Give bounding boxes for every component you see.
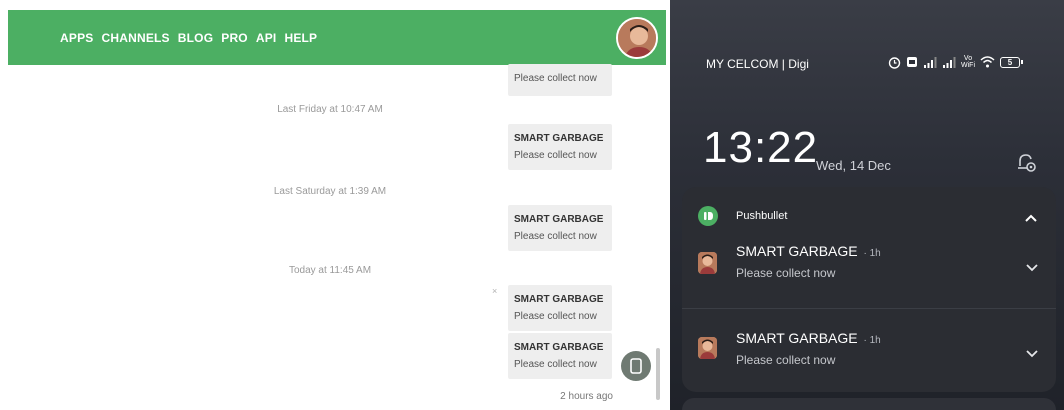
notification-title-text: SMART GARBAGE: [736, 243, 858, 259]
pushbullet-web-panel: APPS CHANNELS BLOG PRO API HELP Please c…: [0, 0, 666, 410]
battery-level: 5: [1007, 57, 1013, 67]
signal-icon: [924, 56, 937, 68]
notification-title-text: SMART GARBAGE: [736, 330, 858, 346]
nav-api[interactable]: API: [256, 31, 277, 45]
message-body: Please collect now: [514, 359, 597, 370]
clock: 13:22: [703, 123, 819, 172]
message-body: Please collect now: [514, 311, 597, 322]
signal-icon: [943, 56, 956, 68]
user-avatar[interactable]: [616, 17, 658, 59]
divider: [682, 308, 1056, 309]
nav-help[interactable]: HELP: [284, 31, 317, 45]
battery-icon: 5: [1000, 56, 1023, 68]
notification-time: · 1h: [863, 335, 881, 346]
sender-avatar: [698, 252, 717, 274]
alarm-icon: [888, 56, 901, 69]
app-name: Pushbullet: [736, 210, 788, 222]
next-card-edge: [682, 398, 1056, 410]
nav-blog[interactable]: BLOG: [178, 31, 213, 45]
pushbullet-app-icon: [698, 206, 718, 226]
battery-tip: [1021, 59, 1023, 64]
user-photo-icon: [618, 19, 656, 57]
top-navigation-bar: APPS CHANNELS BLOG PRO API HELP: [8, 10, 666, 65]
message-timestamp: Today at 11:45 AM: [288, 265, 372, 276]
message-title: SMART GARBAGE: [514, 214, 604, 225]
wifi-icon: [980, 56, 995, 68]
nav-channels[interactable]: CHANNELS: [101, 31, 169, 45]
notification-time: · 1h: [863, 248, 881, 259]
date: Wed, 14 Dec: [816, 158, 891, 173]
message-body: Please collect now: [514, 73, 597, 84]
phone-icon: [630, 358, 642, 374]
nfc-icon: [907, 57, 917, 67]
chevron-down-icon[interactable]: [1026, 259, 1038, 277]
notification-title: SMART GARBAGE · 1h: [736, 330, 881, 346]
scrollbar[interactable]: [656, 348, 660, 400]
message-timestamp: Last Saturday at 1:39 AM: [273, 186, 387, 197]
nav-apps[interactable]: APPS: [60, 31, 93, 45]
chevron-up-icon[interactable]: [1024, 210, 1038, 228]
message-title: SMART GARBAGE: [514, 342, 604, 353]
main-nav: APPS CHANNELS BLOG PRO API HELP: [60, 31, 317, 45]
message-bubble: Please collect now: [508, 64, 612, 96]
last-sent-time: 2 hours ago: [560, 391, 613, 402]
message-timestamp: Last Friday at 10:47 AM: [277, 104, 383, 115]
vowifi-icon: Vo WiFi: [961, 55, 975, 69]
nav-pro[interactable]: PRO: [221, 31, 248, 45]
dismiss-icon[interactable]: ×: [492, 286, 497, 296]
sender-avatar: [698, 337, 717, 359]
message-body: Please collect now: [514, 231, 597, 242]
android-notification-shade: MY CELCOM | Digi Vo WiFi 5 13:22 Wed, 14…: [670, 0, 1064, 410]
message-bubble: SMART GARBAGE Please collect now: [508, 205, 612, 251]
notification-body: Please collect now: [736, 353, 836, 367]
message-title: SMART GARBAGE: [514, 294, 604, 305]
settings-gear-icon[interactable]: [1016, 152, 1038, 179]
carrier-name: MY CELCOM | Digi: [706, 57, 809, 71]
phone-device-button[interactable]: [621, 351, 651, 381]
notification-body: Please collect now: [736, 266, 836, 280]
message-bubble: SMART GARBAGE Please collect now: [508, 285, 612, 331]
message-bubble: SMART GARBAGE Please collect now: [508, 124, 612, 170]
status-bar-icons: Vo WiFi 5: [888, 55, 1023, 69]
message-title: SMART GARBAGE: [514, 133, 604, 144]
message-body: Please collect now: [514, 150, 597, 161]
notification-title: SMART GARBAGE · 1h: [736, 243, 881, 259]
chevron-down-icon[interactable]: [1026, 345, 1038, 363]
message-bubble: SMART GARBAGE Please collect now: [508, 333, 612, 379]
